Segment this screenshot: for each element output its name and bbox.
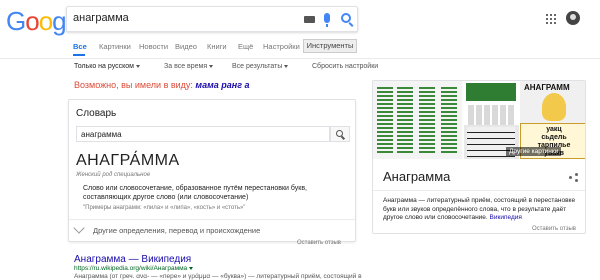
knowledge-panel-description-text: Анаграмма — литературный приём, состоящи… (383, 197, 576, 221)
tab-news[interactable]: Новости (139, 42, 168, 51)
tab-settings[interactable]: Настройки (263, 42, 300, 51)
dictionary-examples: "Примеры анаграмм: «пила» и «липа», «кос… (83, 205, 246, 211)
tab-images[interactable]: Картинки (99, 42, 131, 51)
dictionary-title: Словарь (76, 108, 117, 119)
dictionary-gender: Женский род специальное (76, 172, 151, 178)
chevron-down-icon (73, 222, 85, 234)
microphone-icon[interactable] (324, 13, 330, 27)
tab-more[interactable]: Ещё (238, 42, 253, 51)
filter-time[interactable]: За все время (164, 63, 214, 70)
image-caption: АНАГРАММ (524, 83, 570, 92)
logo-letter: G (6, 6, 26, 36)
search-box[interactable] (66, 6, 358, 32)
keyboard-icon[interactable] (304, 16, 315, 23)
apps-grid-icon[interactable] (546, 14, 556, 24)
knowledge-panel-description: Анаграмма — литературный приём, состоящи… (383, 197, 583, 223)
image-thumbnail[interactable] (373, 81, 463, 159)
tab-video[interactable]: Видео (175, 42, 197, 51)
feedback-link[interactable]: Оставить отзыв (532, 226, 576, 232)
search-icon[interactable] (341, 13, 351, 23)
dictionary-word: АНАГРА́ММА (76, 152, 180, 169)
avatar[interactable] (566, 11, 580, 25)
filter-results[interactable]: Все результаты (232, 63, 289, 70)
chevron-down-icon (209, 64, 214, 68)
dictionary-search-input[interactable]: анаграмма (76, 126, 330, 142)
logo-letter: o (38, 6, 54, 36)
feedback-link[interactable]: Оставить отзыв (297, 240, 341, 246)
filter-language[interactable]: Только на русском (74, 63, 140, 70)
puzzle-word: уакц (546, 126, 562, 133)
header: Google (0, 0, 600, 40)
knowledge-panel: АНАГРАММ уакц сьдель тарпилье увакв Друг… (372, 80, 586, 234)
did-you-mean-link[interactable]: мама ранг а (195, 80, 249, 90)
chevron-down-icon[interactable] (189, 266, 194, 270)
logo-letter: g (52, 6, 67, 36)
knowledge-panel-title: Анаграмма (383, 169, 451, 184)
result-title[interactable]: Анаграмма — Википедия (74, 254, 191, 265)
search-input[interactable] (73, 12, 293, 24)
knowledge-panel-images[interactable]: АНАГРАММ уакц сьдель тарпилье увакв Друг… (373, 81, 585, 159)
more-images-link[interactable]: Другие картинки (506, 147, 562, 156)
share-icon[interactable] (569, 173, 578, 182)
dictionary-search-button[interactable] (330, 126, 350, 142)
filter-results-label: Все результаты (232, 63, 283, 70)
dictionary-card: Словарь анаграмма АНАГРА́ММА Женский род… (68, 99, 356, 242)
filter-reset[interactable]: Сбросить настройки (312, 63, 378, 70)
dictionary-more-label: Другие определения, перевод и происхожде… (93, 226, 261, 235)
tab-books[interactable]: Книги (207, 42, 227, 51)
tab-all[interactable]: Все (73, 42, 87, 51)
image-thumbnail[interactable]: АНАГРАММ (520, 81, 585, 123)
tools-button[interactable]: Инструменты (303, 39, 357, 53)
chevron-down-icon (135, 64, 140, 68)
result-url: https://ru.wikipedia.org/wiki/Анаграмма (74, 265, 194, 272)
header-divider (0, 58, 600, 59)
result-url-text: https://ru.wikipedia.org/wiki/Анаграмма (74, 265, 188, 272)
search-icon (336, 130, 343, 137)
active-tab-underline (73, 54, 85, 56)
did-you-mean: Возможно, вы имели в виду: мама ранг а (74, 80, 250, 90)
result-snippet: Анаграмма (от греч. ανα- — «пере» и γράμ… (74, 273, 362, 280)
knowledge-panel-divider (373, 190, 585, 191)
puzzle-word: сьдель (541, 134, 567, 141)
chevron-down-icon (284, 64, 289, 68)
did-you-mean-prefix: Возможно, вы имели в виду: (74, 80, 196, 90)
dictionary-definition: Слово или словосочетание, образованное п… (83, 185, 307, 201)
filter-time-label: За все время (164, 63, 208, 70)
dictionary-more-toggle[interactable]: Другие определения, перевод и происхожде… (69, 219, 355, 241)
wikipedia-link[interactable]: Википедия (490, 214, 522, 221)
logo-letter: o (25, 6, 40, 36)
filter-language-label: Только на русском (74, 63, 134, 70)
